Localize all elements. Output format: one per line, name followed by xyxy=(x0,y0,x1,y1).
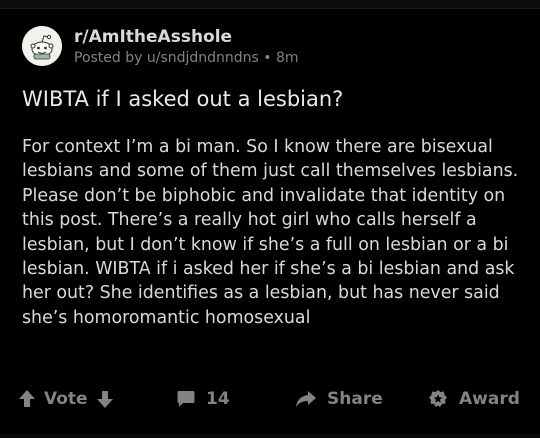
subreddit-name[interactable]: r/AmItheAsshole xyxy=(74,26,299,48)
award-label: Award xyxy=(459,389,520,409)
snoo-icon xyxy=(22,26,62,66)
upvote-icon[interactable] xyxy=(18,389,36,409)
post-meta: r/AmItheAsshole Posted by u/sndjdndnndns… xyxy=(74,26,299,68)
post-header: r/AmItheAsshole Posted by u/sndjdndnndns… xyxy=(22,26,299,68)
comments-count: 14 xyxy=(206,389,230,409)
post-body: For context I’m a bi man. So I know ther… xyxy=(22,137,519,328)
downvote-icon[interactable] xyxy=(96,389,114,409)
vote-control: Vote xyxy=(18,382,114,416)
post-title[interactable]: WIBTA if I asked out a lesbian? xyxy=(22,85,522,113)
posted-by: Posted by u/sndjdndnndns • 8m xyxy=(74,50,299,66)
bottom-divider xyxy=(0,434,540,438)
vote-label: Vote xyxy=(44,389,88,409)
share-icon xyxy=(295,389,317,409)
subreddit-avatar[interactable] xyxy=(22,26,62,66)
post-action-bar: Vote 14 Share Award xyxy=(0,382,540,416)
award-button[interactable]: Award xyxy=(427,382,520,416)
share-label: Share xyxy=(327,389,383,409)
award-icon xyxy=(427,388,449,410)
top-divider xyxy=(0,0,540,9)
comments-button[interactable]: 14 xyxy=(176,382,230,416)
share-button[interactable]: Share xyxy=(295,382,383,416)
comment-icon xyxy=(176,389,196,409)
